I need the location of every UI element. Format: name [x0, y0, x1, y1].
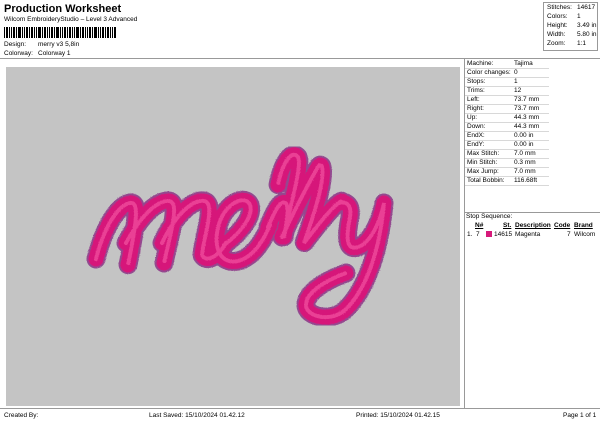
page-title: Production Worksheet [4, 3, 122, 15]
machine-value: 0.00 in [514, 132, 534, 139]
machine-value: 7.0 mm [514, 150, 536, 157]
col-brand: Brand [574, 222, 593, 229]
panel-border [464, 212, 465, 408]
colors-value: 1 [577, 13, 581, 20]
zoom-value: 1:1 [577, 40, 587, 47]
machine-value: 44.3 mm [514, 123, 540, 130]
height-value: 3.49 in [577, 22, 597, 29]
colorway-label: Colorway: [4, 50, 33, 57]
width-value: 5.80 in [577, 31, 597, 38]
last-saved: Last Saved: 15/10/2024 01.42.12 [149, 412, 245, 419]
design-label: Design: [4, 41, 27, 48]
stats-box: Stitches: 14617 Colors: 1 Height: 3.49 i… [543, 2, 598, 51]
colors-label: Colors: [547, 13, 568, 20]
machine-value: 0 [514, 69, 518, 76]
design-preview [86, 145, 394, 327]
machine-value: 7.0 mm [514, 168, 536, 175]
seq-description: Magenta [515, 231, 541, 238]
machine-value: 0.00 in [514, 141, 534, 148]
seq-n: 7 [476, 231, 480, 238]
barcode [4, 27, 116, 38]
col-code: Code [554, 222, 571, 229]
machine-value: 116.68ft [514, 177, 538, 184]
seq-stitches: 14615 [494, 231, 513, 238]
created-by: Created By: [4, 412, 39, 419]
machine-value: 1 [514, 78, 518, 85]
machine-value: 0.3 mm [514, 159, 536, 166]
height-label: Height: [547, 22, 568, 29]
machine-panel: Machine: Tajima Color changes: 0 Stops: 1 Trim… [464, 58, 600, 214]
colorway-value: Colorway 1 [38, 50, 71, 57]
page-number: Page 1 of 1 [563, 412, 597, 419]
col-description: Description [515, 222, 551, 229]
width-label: Width: [547, 31, 566, 38]
machine-value: 44.3 mm [514, 114, 540, 121]
software-name: Wilcom EmbroideryStudio – Level 3 Advanc… [4, 16, 138, 23]
col-st: St. [503, 222, 512, 229]
row-divider [465, 185, 549, 186]
design-value: merry v3 5,8in [38, 41, 80, 48]
machine-value: 73.7 mm [514, 105, 540, 112]
machine-value: 73.7 mm [514, 96, 540, 103]
footer-divider [0, 408, 600, 409]
stitches-label: Stitches: [547, 4, 572, 11]
printed-date: Printed: 15/10/2024 01.42.15 [356, 412, 440, 419]
machine-value: Tajima [514, 60, 533, 67]
seq-code: 7 [567, 231, 571, 238]
stop-sequence-title: Stop Sequence: [466, 213, 513, 220]
embroidery-merry [86, 145, 394, 327]
zoom-label: Zoom: [547, 40, 566, 47]
thread-swatch [486, 231, 492, 237]
col-n: N# [475, 222, 484, 229]
seq-index: 1. [467, 231, 473, 238]
machine-value: 12 [514, 87, 522, 94]
stitches-value: 14617 [577, 4, 596, 11]
design-canvas [6, 67, 460, 406]
seq-brand: Wilcom [574, 231, 596, 238]
